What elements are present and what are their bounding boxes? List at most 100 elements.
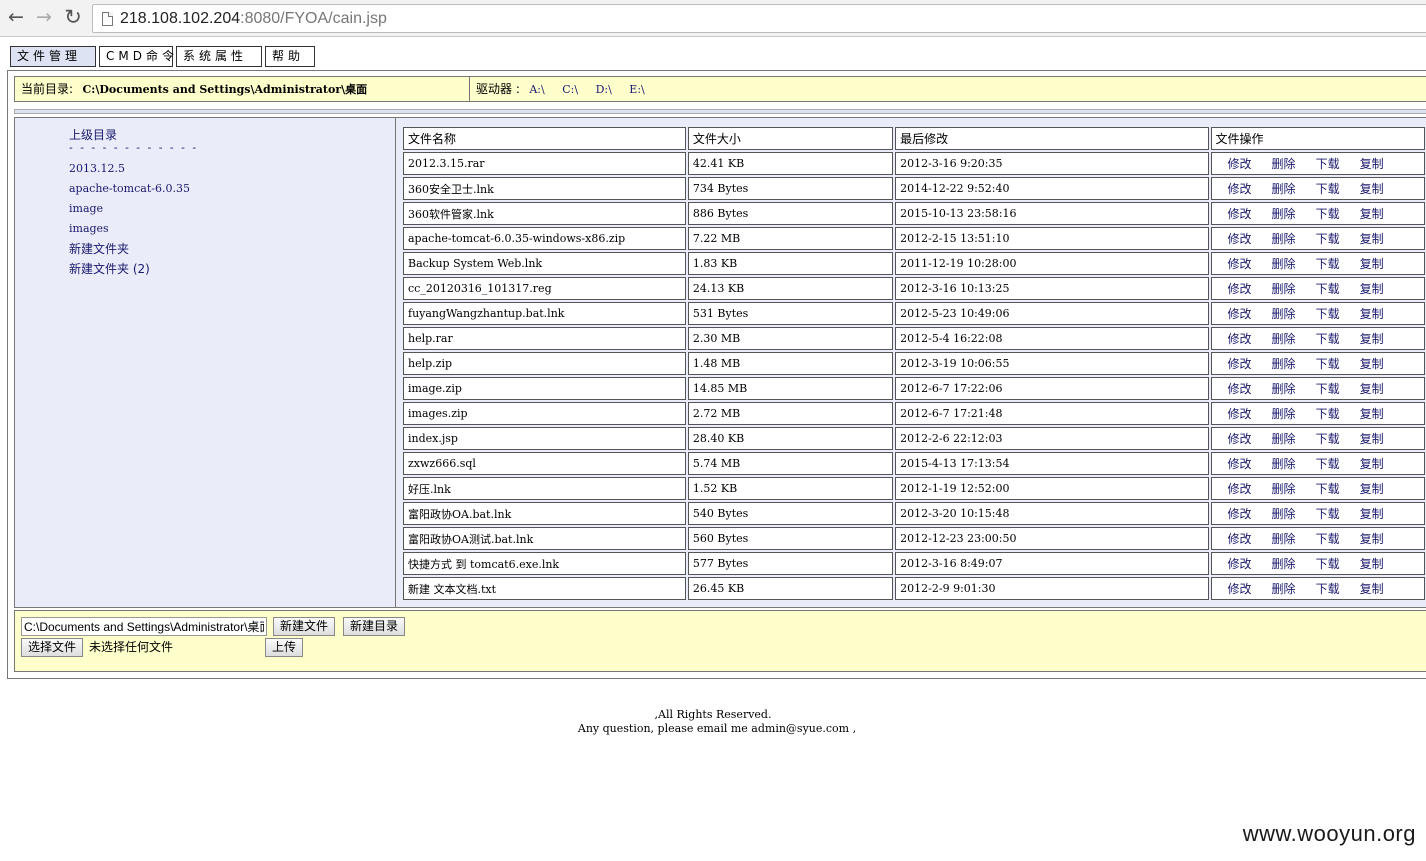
delete-link[interactable]: 删除 [1272,482,1296,496]
edit-link[interactable]: 修改 [1228,357,1252,371]
delete-link[interactable]: 删除 [1272,407,1296,421]
copy-link[interactable]: 复制 [1360,482,1384,496]
edit-link[interactable]: 修改 [1228,282,1252,296]
copy-link[interactable]: 复制 [1360,582,1384,596]
edit-link[interactable]: 修改 [1228,307,1252,321]
delete-link[interactable]: 删除 [1272,332,1296,346]
download-link[interactable]: 下载 [1316,282,1340,296]
dir-link[interactable]: images [69,222,109,235]
edit-link[interactable]: 修改 [1228,507,1252,521]
dir-link[interactable]: 新建文件夹 (2) [69,260,150,277]
delete-link[interactable]: 删除 [1272,257,1296,271]
download-link[interactable]: 下载 [1316,232,1340,246]
choose-file-button[interactable]: 选择文件 [21,638,84,657]
edit-link[interactable]: 修改 [1228,157,1252,171]
delete-link[interactable]: 删除 [1272,457,1296,471]
edit-link[interactable]: 修改 [1228,257,1252,271]
copy-link[interactable]: 复制 [1360,332,1384,346]
download-link[interactable]: 下载 [1316,307,1340,321]
copy-link[interactable]: 复制 [1360,532,1384,546]
download-link[interactable]: 下载 [1316,332,1340,346]
delete-link[interactable]: 删除 [1272,182,1296,196]
upload-button[interactable]: 上传 [265,638,304,657]
copy-link[interactable]: 复制 [1360,457,1384,471]
copy-link[interactable]: 复制 [1360,557,1384,571]
download-link[interactable]: 下载 [1316,357,1340,371]
delete-link[interactable]: 删除 [1272,282,1296,296]
edit-link[interactable]: 修改 [1228,557,1252,571]
download-link[interactable]: 下载 [1316,457,1340,471]
download-link[interactable]: 下载 [1316,207,1340,221]
download-link[interactable]: 下载 [1316,532,1340,546]
download-link[interactable]: 下载 [1316,157,1340,171]
footer-contact: Any question, please email me admin@syue… [577,722,857,735]
forward-arrow-icon[interactable]: → [33,6,55,28]
menu-help[interactable]: 帮助 [265,46,315,67]
target-path-input[interactable] [21,617,267,636]
copy-link[interactable]: 复制 [1360,507,1384,521]
reload-icon[interactable]: ↻ [62,6,84,28]
drive-a-link[interactable]: A:\ [529,83,544,96]
drive-e-link[interactable]: E:\ [629,83,644,96]
download-link[interactable]: 下载 [1316,257,1340,271]
dir-link[interactable]: image [69,202,103,215]
delete-link[interactable]: 删除 [1272,532,1296,546]
edit-link[interactable]: 修改 [1228,232,1252,246]
delete-link[interactable]: 删除 [1272,307,1296,321]
back-arrow-icon[interactable]: ← [5,6,27,28]
menu-system-properties[interactable]: 系统属性 [176,46,262,67]
delete-link[interactable]: 删除 [1272,507,1296,521]
delete-link[interactable]: 删除 [1272,382,1296,396]
dir-link[interactable]: apache-tomcat-6.0.35 [69,182,190,195]
dir-link[interactable]: 新建文件夹 [69,240,129,257]
copy-link[interactable]: 复制 [1360,357,1384,371]
download-link[interactable]: 下载 [1316,432,1340,446]
copy-link[interactable]: 复制 [1360,157,1384,171]
download-link[interactable]: 下载 [1316,407,1340,421]
download-link[interactable]: 下载 [1316,557,1340,571]
dir-link[interactable]: 2013.12.5 [69,162,125,175]
download-link[interactable]: 下载 [1316,507,1340,521]
drive-c-link[interactable]: C:\ [562,83,578,96]
delete-link[interactable]: 删除 [1272,357,1296,371]
edit-link[interactable]: 修改 [1228,457,1252,471]
delete-link[interactable]: 删除 [1272,207,1296,221]
copy-link[interactable]: 复制 [1360,307,1384,321]
file-name-cell: 好压.lnk [403,477,686,500]
file-name-cell: apache-tomcat-6.0.35-windows-x86.zip [403,227,686,250]
drive-d-link[interactable]: D:\ [596,83,612,96]
copy-link[interactable]: 复制 [1360,382,1384,396]
edit-link[interactable]: 修改 [1228,332,1252,346]
copy-link[interactable]: 复制 [1360,232,1384,246]
edit-link[interactable]: 修改 [1228,532,1252,546]
file-name-cell: Backup System Web.lnk [403,252,686,275]
delete-link[interactable]: 删除 [1272,432,1296,446]
download-link[interactable]: 下载 [1316,482,1340,496]
copy-link[interactable]: 复制 [1360,207,1384,221]
menu-cmd[interactable]: CMD命令 [99,46,174,67]
delete-link[interactable]: 删除 [1272,582,1296,596]
copy-link[interactable]: 复制 [1360,257,1384,271]
copy-link[interactable]: 复制 [1360,432,1384,446]
download-link[interactable]: 下载 [1316,182,1340,196]
download-link[interactable]: 下载 [1316,382,1340,396]
edit-link[interactable]: 修改 [1228,207,1252,221]
edit-link[interactable]: 修改 [1228,382,1252,396]
url-text[interactable]: 218.108.102.204:8080/FYOA/cain.jsp [120,9,387,29]
delete-link[interactable]: 删除 [1272,232,1296,246]
delete-link[interactable]: 删除 [1272,157,1296,171]
copy-link[interactable]: 复制 [1360,407,1384,421]
download-link[interactable]: 下载 [1316,582,1340,596]
edit-link[interactable]: 修改 [1228,482,1252,496]
copy-link[interactable]: 复制 [1360,282,1384,296]
edit-link[interactable]: 修改 [1228,582,1252,596]
delete-link[interactable]: 删除 [1272,557,1296,571]
edit-link[interactable]: 修改 [1228,407,1252,421]
copy-link[interactable]: 复制 [1360,182,1384,196]
new-file-button[interactable]: 新建文件 [273,617,336,636]
edit-link[interactable]: 修改 [1228,182,1252,196]
edit-link[interactable]: 修改 [1228,432,1252,446]
menu-file-manager[interactable]: 文件管理 [10,46,96,67]
new-directory-button[interactable]: 新建目录 [343,617,406,636]
address-bar[interactable]: 218.108.102.204:8080/FYOA/cain.jsp [92,4,1426,33]
